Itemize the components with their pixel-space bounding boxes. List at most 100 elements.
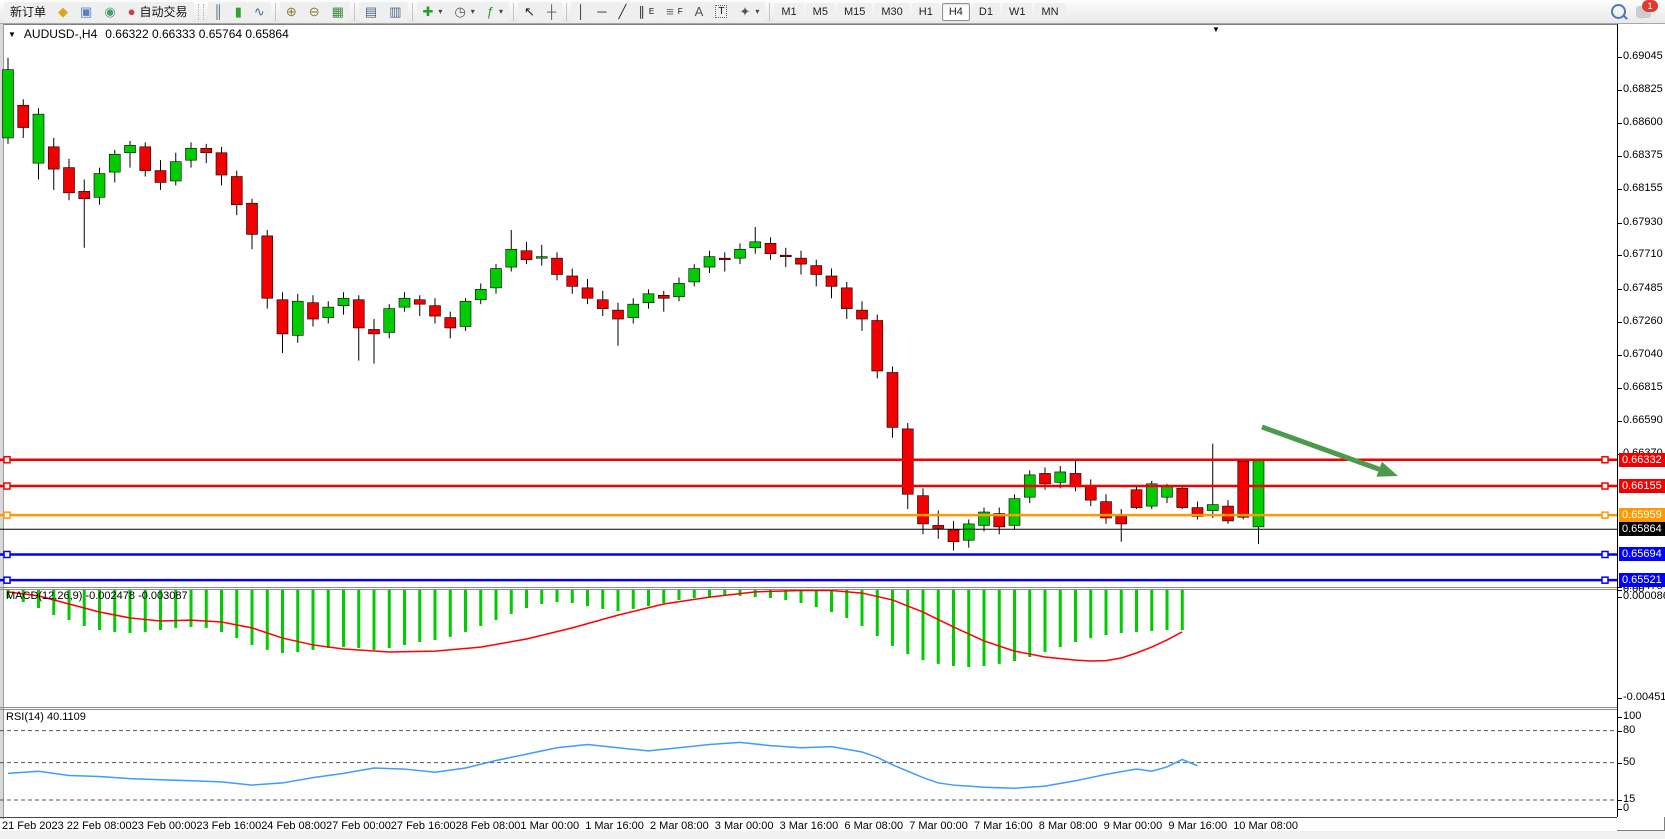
candle-body — [231, 177, 242, 205]
timeframe-button-W1[interactable]: W1 — [1002, 3, 1033, 21]
trendline-tool-button[interactable]: ╱ — [613, 2, 633, 22]
candle-body — [308, 303, 319, 319]
macd-indicator-label: MACD(12,26,9) -0.002478 -0.003087 — [6, 590, 188, 602]
candlestick-chart-button[interactable]: ▮ — [229, 2, 248, 22]
pane-separator[interactable] — [0, 707, 1617, 708]
candle-body — [963, 524, 974, 540]
channel-sub-label: E — [649, 7, 654, 16]
signal-button[interactable]: ◉ — [98, 2, 121, 22]
arrows-tool-button[interactable]: ✦ ▾ — [733, 2, 765, 22]
candle-body — [689, 269, 700, 282]
candle-body — [765, 243, 776, 253]
cursor-tool-button[interactable]: ↖ — [518, 2, 541, 22]
candle-body — [552, 258, 563, 274]
symbol-timeframe-label: AUDUSD-,H4 — [24, 27, 97, 41]
rsi-axis-label: 0 — [1623, 802, 1629, 814]
candle-body — [1238, 461, 1249, 517]
rsi-axis-label: 100 — [1623, 710, 1641, 722]
date-tick-label: 10 Mar 08:00 — [1233, 820, 1298, 832]
toolbar: 新订单 ◆ ▣ ◉ ● 自动交易 ║ ▮ ∿ ⊕ ⊖ — [0, 0, 1665, 24]
search-icon[interactable] — [1611, 4, 1626, 19]
fibonacci-tool-button[interactable]: ≡ F — [660, 2, 688, 22]
vertical-line-tool-button[interactable]: │ — [571, 2, 591, 22]
date-tick-label: 28 Feb 08:00 — [456, 820, 521, 832]
date-tick-label: 8 Mar 08:00 — [1039, 820, 1098, 832]
candle-body — [902, 429, 913, 494]
candle-body — [796, 258, 807, 264]
quote-ohlc-label: 0.66322 0.66333 0.65764 0.65864 — [105, 27, 289, 41]
zoom-in-button[interactable]: ⊕ — [280, 2, 303, 22]
date-tick-label: 2 Mar 08:00 — [650, 820, 709, 832]
price-tick-label: 0.66815 — [1623, 381, 1663, 393]
date-tick-label: 1 Mar 16:00 — [585, 820, 644, 832]
auto-scroll-button[interactable]: ▤ — [359, 2, 383, 22]
timeframe-button-M5[interactable]: M5 — [806, 3, 835, 21]
trendline-icon: ╱ — [619, 5, 627, 18]
price-axis[interactable]: 0.690450.688250.686000.683750.681550.679… — [1617, 24, 1665, 817]
rsi-indicator-label: RSI(14) 40.1109 — [6, 711, 86, 723]
price-tick-label: 0.67485 — [1623, 282, 1663, 294]
indicators-button[interactable]: ƒ ▾ — [481, 2, 509, 22]
clock-icon: ◷ — [454, 5, 465, 18]
line-chart-button[interactable]: ∿ — [248, 2, 271, 22]
candle-body — [933, 525, 944, 528]
candle-body — [750, 242, 761, 248]
fibonacci-sub-label: F — [678, 7, 683, 16]
candle-body — [186, 148, 197, 160]
candle-body — [475, 289, 486, 299]
timeframe-button-H1[interactable]: H1 — [912, 3, 940, 21]
text-label-tool-button[interactable]: T — [709, 2, 733, 22]
horizontal-line-tool-button[interactable]: ─ — [591, 2, 612, 22]
dropdown-arrow-icon: ▾ — [438, 7, 442, 16]
chart-shift-marker-icon[interactable]: ▼ — [1212, 25, 1220, 34]
timeframe-button-D1[interactable]: D1 — [972, 3, 1000, 21]
timeframe-button-M1[interactable]: M1 — [774, 3, 803, 21]
candle-body — [491, 269, 502, 288]
candle-body — [64, 168, 75, 193]
text-label-icon: T — [715, 5, 727, 18]
candle-body — [18, 105, 29, 127]
text-tool-button[interactable]: A — [689, 2, 710, 22]
candle-body — [201, 148, 212, 152]
candle-body — [384, 309, 395, 333]
price-tick-label: 0.69045 — [1623, 50, 1663, 62]
macd-axis-label: -0.004519 — [1623, 691, 1665, 703]
bar-chart-button[interactable]: ║ — [208, 2, 229, 22]
tile-windows-button[interactable]: ▦ — [326, 2, 350, 22]
candle-body — [353, 300, 364, 328]
periods-button[interactable]: ◷ ▾ — [448, 2, 480, 22]
pane-separator[interactable] — [0, 587, 1617, 588]
timeframe-button-MN[interactable]: MN — [1034, 3, 1065, 21]
notifications-icon[interactable]: 1 — [1636, 6, 1651, 18]
new-order-button[interactable]: 新订单 — [4, 2, 52, 22]
candle-body — [292, 301, 303, 335]
timeframe-button-M30[interactable]: M30 — [874, 3, 909, 21]
date-tick-label: 24 Feb 08:00 — [261, 820, 326, 832]
symbol-dropdown-icon[interactable]: ▼ — [8, 30, 16, 39]
autotrade-button[interactable]: ● 自动交易 — [122, 2, 194, 22]
date-axis[interactable]: 21 Feb 202322 Feb 08:0023 Feb 00:0023 Fe… — [0, 819, 1617, 831]
zoom-out-button[interactable]: ⊖ — [303, 2, 326, 22]
line-price-flag: 0.66155 — [1619, 479, 1665, 493]
price-tick-label: 0.68825 — [1623, 83, 1663, 95]
notification-badge: 1 — [1642, 0, 1658, 12]
candle-body — [140, 147, 151, 171]
pane-bottom-border — [0, 817, 1617, 818]
price-tick-label: 0.66590 — [1623, 414, 1663, 426]
date-tick-label: 21 Feb 2023 — [2, 820, 64, 832]
market-watch-button[interactable]: ▣ — [74, 2, 98, 22]
line-handle — [1602, 457, 1608, 463]
new-chart-button[interactable]: ✚ ▾ — [417, 2, 449, 22]
channel-tool-button[interactable]: ∥ E — [632, 2, 660, 22]
timeframe-button-M15[interactable]: M15 — [837, 3, 872, 21]
cursor-icon: ↖ — [524, 5, 535, 18]
candlestick-chart-icon: ▮ — [235, 5, 242, 18]
timeframe-button-H4[interactable]: H4 — [942, 3, 970, 21]
crosshair-tool-button[interactable]: ┼ — [541, 2, 562, 22]
chart-profile-button[interactable]: ◆ — [52, 2, 74, 22]
candle-body — [582, 288, 593, 298]
market-watch-icon: ▣ — [80, 5, 92, 18]
zoom-in-icon: ⊕ — [286, 5, 297, 18]
auto-scroll-icon: ▤ — [365, 5, 377, 18]
chart-shift-button[interactable]: ▥ — [383, 2, 407, 22]
